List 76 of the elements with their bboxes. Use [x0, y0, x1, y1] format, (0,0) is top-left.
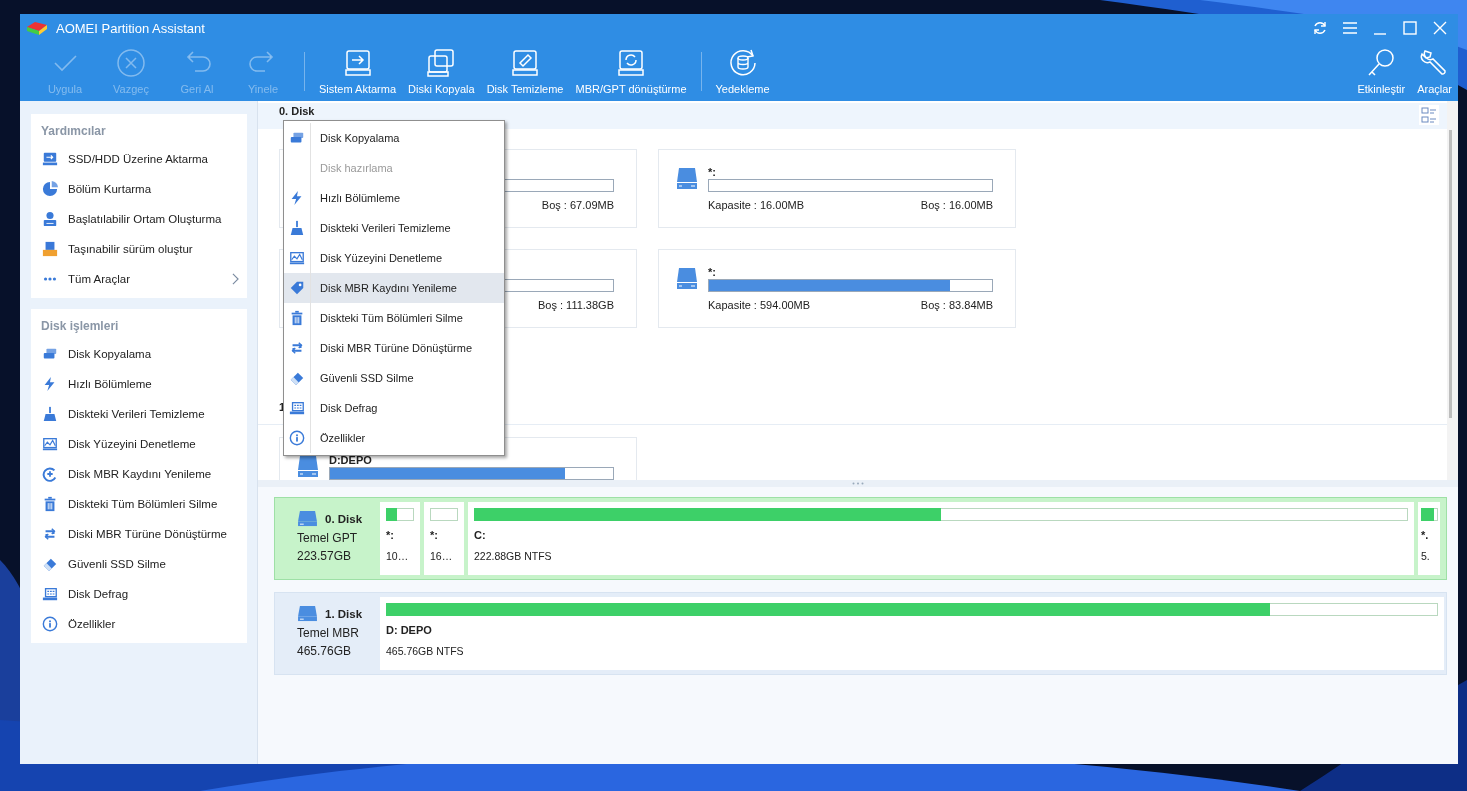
sidebar-item[interactable]: Disk Kopyalama — [31, 339, 247, 369]
capacity-text: Kapasite : 16.00MB — [708, 199, 804, 211]
partition-name: *: — [430, 529, 439, 541]
disk-type: Temel GPT — [297, 531, 358, 545]
menu-item[interactable]: Güvenli SSD Silme — [284, 363, 504, 393]
disk-size: 223.57GB — [297, 549, 353, 563]
partition-info: 10… — [386, 550, 410, 562]
disk-size: 465.76GB — [297, 644, 353, 658]
item-label: Disk Defrag — [68, 588, 129, 600]
sidebar-item[interactable]: Güvenli SSD Silme — [31, 549, 247, 579]
section-title: Disk işlemleri — [40, 318, 120, 335]
partition-info: 5. — [1421, 550, 1431, 562]
disk-title: 0. Disk — [279, 105, 315, 117]
disk-name: 1. Disk — [325, 607, 363, 620]
sidebar-item[interactable]: Diskteki Tüm Bölümleri Silme — [31, 489, 247, 519]
sidebar-item[interactable]: Başlatılabilir Ortam Oluşturma — [31, 204, 247, 234]
sidebar-item[interactable]: Hızlı Bölümleme — [31, 369, 247, 399]
item-label: Taşınabilir sürüm oluştur — [68, 243, 193, 255]
sidebar-item[interactable]: Taşınabilir sürüm oluştur — [31, 234, 247, 264]
sidebar-item[interactable]: Disk MBR Kaydını Yenileme — [31, 459, 247, 489]
partition-name: *: — [708, 266, 717, 279]
section-title: Yardımcılar — [40, 123, 107, 140]
menu-item[interactable]: Diskteki Verileri Temizleme — [284, 213, 504, 243]
item-label: Özellikler — [68, 618, 116, 630]
disk-row[interactable]: 1. Disk Temel MBR 465.76GB D: DEPO 465.76GB NTFS — [274, 592, 1447, 675]
free-space-text: Boş : 83.84MB — [920, 299, 993, 311]
disk-name: 0. Disk — [325, 512, 363, 525]
sidebar-item[interactable]: Diskteki Verileri Temizleme — [31, 399, 247, 429]
menu-item[interactable]: Hızlı Bölümleme — [284, 183, 504, 213]
item-label: Hızlı Bölümleme — [68, 378, 152, 390]
partition-name: C: — [474, 529, 487, 541]
partition-block[interactable]: C: 222.88GB NTFS — [468, 502, 1414, 575]
item-label: Başlatılabilir Ortam Oluşturma — [68, 213, 222, 225]
disk-row[interactable]: 0. Disk Temel GPT 223.57GB *: 10… *: 16… C: 222.88GB NTFS *. 5. — [274, 497, 1447, 580]
item-label: Diskteki Tüm Bölümleri Silme — [68, 498, 218, 510]
partition-card[interactable]: *: Kapasite : 594.00MB Boş : 83.84MB — [658, 249, 1016, 328]
partition-block[interactable]: *. 5. — [1418, 502, 1440, 575]
item-label: Diski MBR Türüne Dönüştürme — [68, 528, 227, 540]
sidebar-item[interactable]: Disk Defrag — [31, 579, 247, 609]
item-label: Güvenli SSD Silme — [68, 558, 166, 570]
sidebar-item[interactable]: Özellikler — [31, 609, 247, 639]
item-label: Disk Kopyalama — [68, 348, 152, 360]
partition-name: D:DEPO — [329, 454, 373, 467]
partition-name: D: DEPO — [386, 624, 433, 636]
sidebar-item[interactable]: Diski MBR Türüne Dönüştürme — [31, 519, 247, 549]
partition-name: *: — [386, 529, 395, 541]
partition-block[interactable]: *: 16… — [424, 502, 464, 575]
disk-type: Temel MBR — [297, 626, 360, 640]
capacity-text: Kapasite : 594.00MB — [708, 299, 811, 311]
menu-item[interactable]: Diskteki Tüm Bölümleri Silme — [284, 303, 504, 333]
partition-info: 465.76GB NTFS — [386, 645, 465, 657]
item-label: Tüm Araçlar — [68, 273, 130, 285]
free-space-text: Boş : 111.38GB — [537, 299, 614, 311]
item-label: Bölüm Kurtarma — [68, 183, 152, 195]
item-label: SSD/HDD Üzerine Aktarma — [68, 153, 208, 165]
menu-item[interactable]: Disk MBR Kaydını Yenileme — [284, 273, 504, 303]
sidebar-item[interactable]: SSD/HDD Üzerine Aktarma — [31, 144, 247, 174]
partition-name: *. — [1421, 529, 1430, 541]
menu-item[interactable]: Disk Kopyalama — [284, 123, 504, 153]
item-label: Diskteki Verileri Temizleme — [68, 408, 205, 420]
partition-block[interactable]: *: 10… — [380, 502, 420, 575]
partition-info: 16… — [430, 550, 454, 562]
partition-block[interactable]: D: DEPO 465.76GB NTFS — [380, 597, 1444, 670]
partition-card[interactable]: *: Kapasite : 16.00MB Boş : 16.00MB — [658, 149, 1016, 228]
item-label: Disk MBR Kaydını Yenileme — [68, 468, 212, 480]
free-space-text: Boş : 16.00MB — [920, 199, 993, 211]
sidebar-item[interactable]: Bölüm Kurtarma — [31, 174, 247, 204]
item-label: Disk Yüzeyini Denetleme — [68, 438, 196, 450]
partition-name: *: — [708, 166, 717, 179]
sidebar-item[interactable]: Disk Yüzeyini Denetleme — [31, 429, 247, 459]
menu-item[interactable]: Diski MBR Türüne Dönüştürme — [284, 333, 504, 363]
sidebar-item[interactable]: Tüm Araçlar — [31, 264, 247, 294]
window-title: AOMEI Partition Assistant — [56, 20, 205, 36]
free-space-text: Boş : 67.09MB — [541, 199, 614, 211]
menu-item[interactable]: Disk Defrag — [284, 393, 504, 423]
partition-info: 222.88GB NTFS — [474, 550, 553, 562]
